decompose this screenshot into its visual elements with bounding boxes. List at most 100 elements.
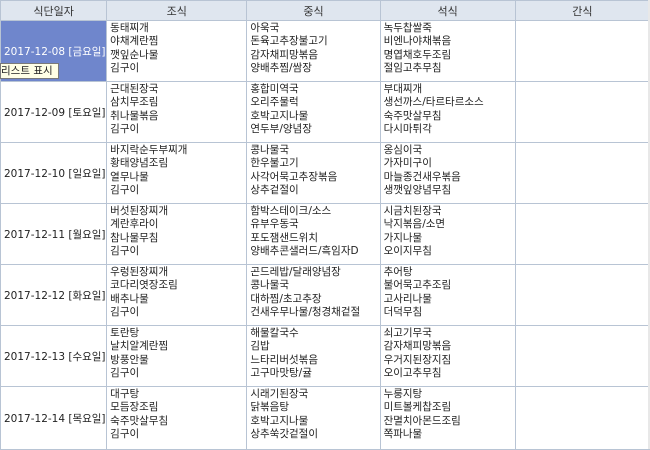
lunch-cell[interactable]: 해물칼국수 김밥 느타리버섯볶음 고구마맛탕/귤: [246, 325, 381, 387]
dinner-cell[interactable]: 시금치된장국 낙지볶음/소면 가지나물 오이지무침: [379, 203, 516, 265]
breakfast-cell[interactable]: 동태찌개 야채계란찜 깻잎순나물 김구이: [106, 20, 248, 82]
menu-item: 마늘종건새우볶음: [383, 170, 461, 183]
menu-item: 아욱국: [250, 22, 280, 34]
snack-cell[interactable]: [514, 386, 650, 450]
menu-item: 녹두찹쌀죽: [383, 22, 432, 34]
meal-table: 식단일자 조식 중식 석식 간식 2017-12-08 [금요일] 동태찌개 야채계…: [0, 0, 650, 450]
lunch-cell[interactable]: 아욱국 돈육고추장불고기 감자채피망볶음 양배추찜/쌈장: [246, 20, 381, 82]
menu-item: 우거지된장지짐: [383, 353, 452, 366]
table-row[interactable]: 2017-12-13 [수요일] 토란탕 날치알계란찜 방풍안물 김구이 해물칼국수 김밥 느…: [0, 325, 650, 387]
breakfast-cell[interactable]: 버섯된장찌개 계란후라이 참나물무침 김구이: [106, 203, 248, 265]
snack-cell[interactable]: [514, 81, 650, 143]
menu-item: 계란후라이: [110, 218, 159, 231]
menu-item: 취나물볶음: [110, 109, 159, 122]
dinner-cell[interactable]: 녹두찹쌀죽 비엔나야채볶음 명엽채호두조림 절임고추무침: [379, 20, 516, 82]
menu-item: 닭볶음탕: [250, 401, 289, 414]
breakfast-cell[interactable]: 우렁된장찌개 코다리엿장조림 배추나물 김구이: [106, 264, 248, 326]
menu-item: 김구이: [110, 62, 140, 75]
lunch-cell[interactable]: 곤드레밥/달래양념장 콩나물국 대하찜/초고추장 건새우무나물/청경채겉절: [246, 264, 381, 326]
header-lunch[interactable]: 중식: [246, 0, 381, 21]
dinner-cell[interactable]: 쇠고기무국 감자채피망볶음 우거지된장지짐 오이고추무침: [379, 325, 516, 387]
menu-item: 절임고추무침: [383, 62, 442, 75]
header-date[interactable]: 식단일자: [0, 0, 108, 21]
menu-item: 대구탕: [110, 388, 140, 400]
header-dinner[interactable]: 석식: [379, 0, 516, 21]
menu-item: 다시마튀각: [383, 123, 432, 136]
menu-item: 참나물무침: [110, 231, 159, 244]
menu-item: 버섯된장찌개: [110, 205, 169, 217]
menu-item: 잔멸치아몬드조림: [383, 414, 461, 427]
date-cell[interactable]: 2017-12-11 [월요일]: [0, 203, 108, 265]
menu-item: 양배추콘샐러드/흑임자D: [250, 245, 359, 258]
date-cell[interactable]: 2017-12-12 [화요일]: [0, 264, 108, 326]
lunch-cell[interactable]: 콩나물국 한우불고기 사각어묵고추장볶음 상추겉절이: [246, 142, 381, 204]
date-cell[interactable]: 2017-12-13 [수요일]: [0, 325, 108, 387]
breakfast-cell[interactable]: 토란탕 날치알계란찜 방풍안물 김구이: [106, 325, 248, 387]
header-row: 식단일자 조식 중식 석식 간식: [0, 0, 650, 21]
menu-item: 생선까스/타르타르소스: [383, 96, 484, 109]
dinner-cell[interactable]: 옹심이국 가자미구이 마늘종건새우볶음 생깻잎양념무침: [379, 142, 516, 204]
breakfast-cell[interactable]: 근대된장국 삼치무조림 취나물볶음 김구이: [106, 81, 248, 143]
header-breakfast[interactable]: 조식: [106, 0, 248, 21]
menu-item: 비엔나야채볶음: [383, 35, 452, 48]
table-row[interactable]: 2017-12-14 [목요일] 대구탕 모듬장조림 숙주맛살무침 김구이 시래기된장국 닭…: [0, 386, 650, 450]
snack-cell[interactable]: [514, 142, 650, 204]
dinner-cell[interactable]: 추어탕 불어묵고추조림 고사리나물 더덕무침: [379, 264, 516, 326]
header-snack[interactable]: 간식: [514, 0, 650, 21]
table-row[interactable]: 2017-12-12 [화요일] 우렁된장찌개 코다리엿장조림 배추나물 김구이 곤드레밥…: [0, 264, 650, 326]
snack-cell[interactable]: [514, 264, 650, 326]
menu-item: 홍합미역국: [250, 83, 299, 95]
menu-item: 김구이: [110, 428, 140, 441]
menu-item: 낙지볶음/소면: [383, 218, 446, 231]
menu-item: 느타리버섯볶음: [250, 353, 318, 366]
dinner-cell[interactable]: 누룽지탕 미트볼케찹조림 잔멸치아몬드조림 쪽파나물: [379, 386, 516, 450]
menu-item: 포도잼샌드위치: [250, 231, 318, 244]
table-row[interactable]: 2017-12-10 [일요일] 바지락순두부찌개 황태양념조림 열무나물 김구이 콩나물…: [0, 142, 650, 204]
menu-item: 연두부/양념장: [250, 123, 312, 136]
menu-item: 대하찜/초고추장: [250, 292, 322, 305]
dinner-cell[interactable]: 부대찌개 생선까스/타르타르소스 숙주맛살무침 다시마튀각: [379, 81, 516, 143]
menu-item: 쇠고기무국: [383, 327, 432, 339]
menu-item: 유부우동국: [250, 218, 299, 231]
menu-item: 오이지무침: [383, 245, 432, 258]
menu-item: 호박고지나물: [250, 109, 309, 122]
table-row[interactable]: 2017-12-11 [월요일] 버섯된장찌개 계란후라이 참나물무침 김구이 함박스테이…: [0, 203, 650, 265]
date-cell[interactable]: 2017-12-14 [목요일]: [0, 386, 108, 450]
menu-item: 콩나물국: [250, 279, 289, 292]
lunch-cell[interactable]: 홍합미역국 오리주물럭 호박고지나물 연두부/양념장: [246, 81, 381, 143]
menu-item: 김구이: [110, 306, 140, 319]
date-cell[interactable]: 2017-12-09 [토요일]: [0, 81, 108, 143]
snack-cell[interactable]: [514, 203, 650, 265]
menu-item: 가지나물: [383, 231, 423, 244]
lunch-cell[interactable]: 시래기된장국 닭볶음탕 호박고지나물 상추쑥갓겉절이: [246, 386, 381, 450]
menu-item: 돈육고추장불고기: [250, 35, 328, 48]
menu-item: 옹심이국: [383, 144, 423, 156]
menu-item: 함박스테이크/소스: [250, 205, 332, 217]
menu-item: 숙주맛살무침: [110, 414, 169, 427]
menu-item: 근대된장국: [110, 83, 159, 95]
menu-item: 추어탕: [383, 266, 413, 278]
menu-item: 건새우무나물/청경채겉절: [250, 306, 361, 319]
menu-item: 양배추찜/쌈장: [250, 62, 312, 75]
menu-item: 오이고추무침: [383, 367, 442, 380]
menu-item: 토란탕: [110, 327, 140, 339]
breakfast-cell[interactable]: 바지락순두부찌개 황태양념조림 열무나물 김구이: [106, 142, 248, 204]
menu-item: 오리주물럭: [250, 96, 299, 109]
menu-item: 한우불고기: [250, 157, 299, 170]
table-row[interactable]: 2017-12-08 [금요일] 동태찌개 야채계란찜 깻잎순나물 김구이 아욱국 돈육고추…: [0, 20, 650, 82]
breakfast-cell[interactable]: 대구탕 모듬장조림 숙주맛살무침 김구이: [106, 386, 248, 450]
menu-item: 김구이: [110, 123, 140, 136]
menu-item: 상추쑥갓겉절이: [250, 428, 318, 441]
menu-item: 해물칼국수: [250, 327, 299, 339]
table-row[interactable]: 2017-12-09 [토요일] 근대된장국 삼치무조림 취나물볶음 김구이 홍합미역국 오…: [0, 81, 650, 143]
lunch-cell[interactable]: 함박스테이크/소스 유부우동국 포도잼샌드위치 양배추콘샐러드/흑임자D: [246, 203, 381, 265]
menu-item: 명엽채호두조림: [383, 48, 452, 61]
menu-item: 삼치무조림: [110, 96, 159, 109]
date-cell[interactable]: 2017-12-10 [일요일]: [0, 142, 108, 204]
menu-item: 더덕무침: [383, 306, 423, 319]
menu-item: 감자채피망볶음: [383, 340, 452, 353]
snack-cell[interactable]: [514, 325, 650, 387]
menu-item: 날치알계란찜: [110, 340, 169, 353]
menu-item: 시래기된장국: [250, 388, 309, 400]
snack-cell[interactable]: [514, 20, 650, 82]
